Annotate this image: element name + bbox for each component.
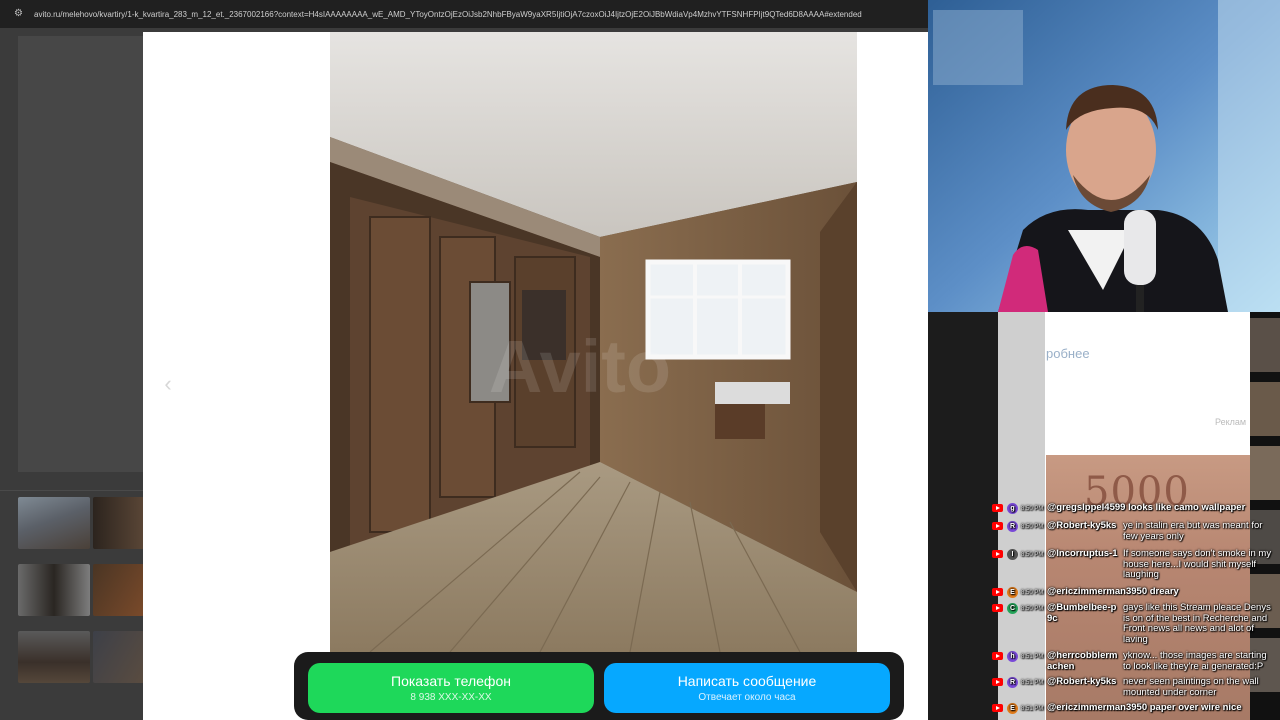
chat-avatar: h — [1007, 651, 1018, 662]
backdrop-main-image — [18, 36, 144, 472]
response-time-label: Отвечает около часа — [698, 691, 796, 703]
url-text[interactable]: avito.ru/melehovo/kvartiry/1-k_kvartira_… — [34, 10, 862, 19]
ad-tag: Реклам — [1215, 417, 1247, 427]
chat-time: 8:51 PM — [1021, 654, 1044, 660]
details-link[interactable]: робнее — [1046, 346, 1090, 361]
thumbnail-hall[interactable] — [93, 564, 144, 616]
thumbnail-kitchen[interactable] — [18, 631, 90, 683]
screen: ⚙ avito.ru/melehovo/kvartiry/1-k_kvartir… — [0, 0, 1280, 720]
chat-avatar: g — [1007, 503, 1018, 514]
thumbnail-room[interactable] — [93, 497, 144, 549]
chat-text: ye in stalin era but was meant for few y… — [1123, 520, 1263, 542]
chat-username: @gregslppel4599 looks like camo wallpape… — [1047, 502, 1246, 513]
webcam-feed — [928, 0, 1280, 312]
chat-username: @herrcobblermachen — [1047, 650, 1118, 672]
thumbnail-window[interactable] — [93, 631, 144, 683]
chat-time: 8:50 PM — [1021, 552, 1044, 558]
youtube-icon — [992, 522, 1003, 530]
youtube-icon — [992, 652, 1003, 660]
chat-username: @Robert-ky5ks — [1047, 676, 1117, 687]
chat-avatar: R — [1007, 677, 1018, 688]
chat-avatar: R — [1007, 521, 1018, 532]
chat-time: 8:50 PM — [1021, 606, 1044, 612]
phone-number-masked: 8 938 XXX-XX-XX — [410, 691, 492, 703]
chat-overlay: g 8:50 PM @gregslppel4599 looks like camo … — [990, 502, 1280, 720]
chat-username: @Robert-ky5ks — [1047, 520, 1117, 531]
youtube-icon — [992, 604, 1003, 612]
avito-watermark: Avito — [489, 325, 671, 408]
address-bar[interactable]: ⚙ avito.ru/melehovo/kvartiry/1-k_kvartir… — [0, 0, 928, 28]
chat-avatar: E — [1007, 587, 1018, 598]
film-thumb[interactable] — [1250, 446, 1280, 500]
chat-time: 8:51 PM — [1021, 680, 1044, 686]
chat-text: never seen paintings on the wall mounted… — [1123, 676, 1259, 698]
show-phone-button[interactable]: Показать телефон 8 938 XXX-XX-XX — [308, 663, 594, 713]
film-thumb[interactable] — [1250, 382, 1280, 436]
youtube-icon — [992, 550, 1003, 558]
backdrop-divider — [0, 490, 143, 491]
youtube-icon — [992, 588, 1003, 596]
contact-bar: Показать телефон 8 938 XXX-XX-XX Написат… — [294, 652, 904, 720]
film-thumb[interactable] — [1250, 318, 1280, 372]
previous-photo-button[interactable]: ‹ — [158, 372, 178, 396]
chat-username: @Bumbelbee-p9c — [1047, 602, 1117, 624]
chat-text: dreary — [1147, 586, 1179, 597]
youtube-icon — [992, 678, 1003, 686]
chat-time: 8:51 PM — [1021, 706, 1044, 712]
chat-time: 8:50 PM — [1021, 590, 1044, 596]
chat-avatar: I — [1007, 549, 1018, 560]
chat-text: yknow... those images are starting to lo… — [1123, 650, 1267, 672]
chat-username: @Incorruptus-1 — [1047, 548, 1118, 559]
chat-avatar: E — [1007, 703, 1018, 714]
chat-username: @ericzimmerman3950 dreary — [1047, 586, 1179, 597]
youtube-icon — [992, 504, 1003, 512]
chat-username: @ericzimmerman3950 paper over wire nice — [1047, 702, 1242, 713]
listing-photo[interactable]: Avito — [330, 32, 857, 652]
site-settings-icon[interactable]: ⚙ — [14, 8, 26, 20]
chat-time: 8:50 PM — [1021, 524, 1044, 530]
thumbnail-house-exterior[interactable] — [18, 497, 90, 549]
chat-avatar: C — [1007, 603, 1018, 614]
chat-text: If someone says don't smoke in my house … — [1123, 548, 1272, 580]
room-photo-illustration: Avito — [330, 32, 857, 652]
chat-text: paper over wire nice — [1147, 702, 1242, 713]
chat-time: 8:50 PM — [1021, 506, 1044, 512]
write-message-button[interactable]: Написать сообщение Отвечает около часа — [604, 663, 890, 713]
thumbnail-doorway[interactable] — [18, 564, 90, 616]
chat-text: looks like camo wallpaper — [1125, 502, 1246, 513]
show-phone-label: Показать телефон — [391, 672, 511, 689]
youtube-icon — [992, 704, 1003, 712]
write-message-label: Написать сообщение — [677, 672, 817, 689]
streamer-illustration — [928, 0, 1280, 312]
chat-text: gays like this Stream pleace Denys is on… — [1123, 602, 1271, 645]
